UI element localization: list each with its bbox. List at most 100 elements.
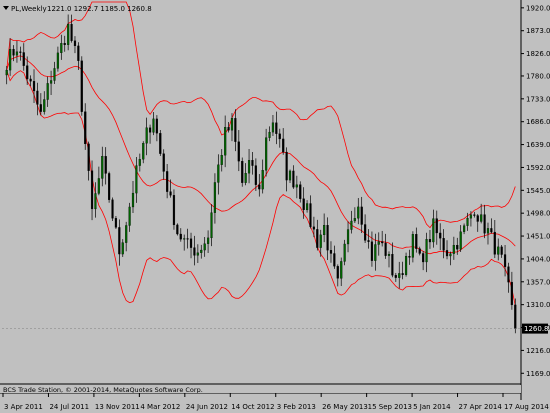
bear-candle-body [299,184,302,199]
bear-candle-body [329,250,333,254]
bull-candle-body [452,244,455,254]
bull-candle-body [466,218,469,226]
bear-candle-body [336,266,339,279]
y-tick-label: 1920.0 [526,4,550,12]
bull-candle-body [486,228,490,234]
bull-candle-body [288,170,292,181]
bull-candle-body [94,193,97,210]
bear-candle-body [189,238,193,248]
bear-candle-body [80,60,83,112]
y-tick-label: 1639.0 [526,141,550,149]
bull-candle-body [207,237,210,244]
bull-candle-body [152,118,155,133]
bull-candle-body [121,242,124,255]
x-tick-label: 5 Jan 2014 [413,403,451,411]
x-tick-label: 26 May 2013 [322,403,368,411]
bull-candle-body [5,69,8,76]
bear-candle-body [282,138,285,153]
bear-candle-body [12,48,15,56]
bear-candle-body [360,206,363,225]
candle [241,157,244,187]
bear-candle-body [326,225,329,251]
bear-candle-body [408,256,411,258]
x-tick-label: 4 Mar 2012 [140,403,180,411]
bear-candle-body [364,224,367,241]
bull-candle-body [138,159,141,166]
bear-candle-body [333,253,336,267]
bear-candle-body [370,241,374,261]
bear-candle-body [108,173,111,200]
bear-candle-body [302,198,305,211]
bull-candle-body [425,239,428,263]
bull-candle-body [46,83,49,100]
candle [159,130,162,156]
bull-candle-body [145,127,148,144]
y-tick-label: 1592.0 [526,164,550,172]
bear-candle-body [493,231,496,255]
bear-candle-body [87,143,90,171]
bear-candle-body [193,247,196,256]
bull-candle-body [268,131,271,138]
x-tick-label: 3 Feb 2013 [277,403,316,411]
bear-candle-body [292,170,295,188]
y-tick-label: 1357.0 [526,278,550,286]
bull-candle-body [323,225,326,236]
bull-candle-body [497,246,500,255]
bear-candle-body [445,250,449,257]
bull-candle-body [340,261,343,279]
bear-candle-body [510,281,513,306]
bear-candle-body [227,127,230,131]
bull-candle-body [343,243,346,262]
bull-candle-body [353,218,356,222]
bull-candle-body [374,244,377,261]
bull-candle-body [125,225,128,243]
bull-candle-body [49,80,53,84]
bull-candle-body [295,184,298,188]
x-tick-label: 24 Jul 2011 [49,403,89,411]
bear-candle-body [148,127,152,133]
bull-candle-body [411,234,414,258]
bear-candle-body [473,214,476,216]
y-tick-label: 1826.0 [526,50,550,58]
bear-candle-body [275,122,278,134]
bear-candle-body [384,242,387,256]
bear-candle-body [32,81,36,92]
bull-candle-body [15,51,19,56]
bear-candle-body [309,203,312,227]
bear-candle-body [234,118,237,142]
bull-candle-body [135,165,138,194]
x-tick-label: 24 Jun 2012 [186,403,228,411]
bull-candle-body [357,206,360,219]
bull-candle-body [305,203,309,211]
bear-candle-body [162,153,165,172]
bear-candle-body [476,215,479,222]
bull-candle-body [261,170,264,190]
candle [172,189,176,230]
bull-candle-body [271,122,275,133]
bear-candle-body [514,304,517,329]
bear-candle-body [251,160,254,166]
bear-candle-body [176,224,179,235]
bear-candle-body [401,273,404,275]
bear-candle-body [285,151,288,181]
bear-candle-body [312,226,315,230]
y-tick-label: 1733.0 [526,95,550,103]
current-price-label: 1260.8 [524,325,549,333]
bull-candle-body [203,243,206,251]
bull-candle-body [350,220,353,230]
candle [176,223,179,236]
bear-candle-body [428,239,432,243]
y-tick-label: 1686.0 [526,118,550,126]
bear-candle-body [26,65,29,80]
candle [108,171,111,203]
y-tick-label: 1216.0 [526,347,550,355]
bear-candle-body [159,133,162,154]
bear-candle-body [73,40,77,47]
y-tick-label: 1545.0 [526,187,550,195]
bear-candle-body [111,199,114,219]
x-tick-label: 27 Apr 2014 [459,403,503,411]
copyright-text: BCS Trade Station, © 2001-2014, MetaQuot… [3,386,203,394]
bull-candle-body [220,155,223,165]
bull-candle-body [131,192,135,208]
bull-candle-body [210,212,213,239]
